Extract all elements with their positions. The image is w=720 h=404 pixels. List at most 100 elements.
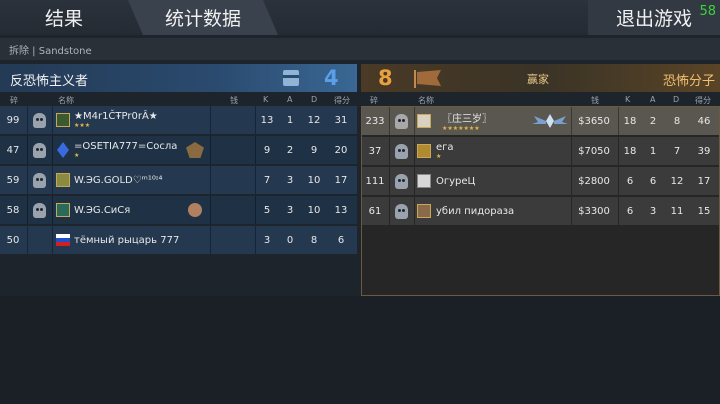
avatar (416, 167, 432, 195)
player-kills: 13 (260, 114, 274, 126)
skull-icon (28, 166, 50, 194)
header-d: D (673, 95, 680, 104)
top-bar: 结果 统计数据 退出游戏 58 (0, 0, 720, 35)
player-score: 46 (697, 115, 711, 127)
player-assists: 3 (286, 204, 294, 216)
footer-area (0, 296, 720, 404)
player-score: 15 (697, 205, 711, 217)
flag-icon (55, 226, 71, 254)
player-ping: 233 (365, 115, 385, 127)
header-name: 名称 (58, 96, 74, 105)
player-ping: 50 (6, 234, 20, 246)
header-k: K (263, 95, 269, 104)
ct-team-name: 反恐怖主义者 (10, 74, 89, 89)
player-ping: 111 (365, 175, 385, 187)
player-ping: 59 (6, 174, 20, 186)
header-a: A (650, 95, 656, 104)
player-deaths: 12 (670, 175, 684, 187)
header-ping: 碎 (10, 96, 18, 105)
skull-icon (390, 137, 412, 165)
player-stars: ★★★ (74, 122, 91, 129)
player-name: W.ЭG.СиСя (74, 204, 131, 216)
player-kills: 6 (626, 205, 634, 217)
player-kills: 6 (626, 175, 634, 187)
player-name: ★M4r1ČŦPr0rÂ★ (74, 111, 158, 122)
player-name: =OSETIA777=Сосла (74, 141, 178, 152)
t-column-headers: 碎 名称 钱 K A D 得分 (361, 94, 720, 106)
table-row[interactable]: 58 W.ЭG.СиСя 5 3 10 13 (0, 196, 357, 224)
table-row[interactable]: 37 ега ★ $7050 18 1 7 39 (362, 137, 719, 165)
player-kills: 5 (263, 204, 271, 216)
avatar (55, 166, 71, 194)
table-row[interactable]: 50 тёмный рыцарь 777 3 0 8 6 (0, 226, 357, 254)
player-assists: 2 (649, 115, 657, 127)
player-deaths: 9 (310, 144, 318, 156)
skull-icon (28, 106, 50, 134)
header-score: 得分 (334, 96, 350, 105)
player-money: $2800 (578, 175, 610, 187)
player-kills: 18 (623, 145, 637, 157)
player-assists: 3 (286, 174, 294, 186)
player-kills: 7 (263, 174, 271, 186)
header-k: K (625, 95, 631, 104)
avatar (416, 107, 432, 135)
player-kills: 3 (263, 234, 271, 246)
player-score: 31 (334, 114, 348, 126)
player-stars: ★★★★★★★ (442, 125, 480, 132)
player-stars: ★ (436, 153, 442, 160)
avatar (55, 106, 71, 134)
player-kills: 18 (623, 115, 637, 127)
header-money: 钱 (591, 96, 599, 105)
tab-results[interactable]: 结果 (0, 0, 128, 35)
header-d: D (311, 95, 318, 104)
skull-icon (390, 197, 412, 225)
table-row[interactable]: 47 =OSETIA777=Сосла ★ 9 2 9 20 (0, 136, 357, 164)
skull-icon (390, 167, 412, 195)
header-money: 钱 (230, 96, 238, 105)
player-name: убил пидораза (436, 205, 515, 217)
player-name: 〖庄三岁〗 (442, 114, 492, 125)
winner-label: 赢家 (527, 73, 549, 86)
table-row[interactable]: 59 W.ЭG.GOLD♡ᵐ¹⁰ᶦ⁴ 7 3 10 17 (0, 166, 357, 194)
player-name: ОгуреЦ (436, 175, 476, 187)
player-assists: 1 (286, 114, 294, 126)
avatar (416, 197, 432, 225)
player-deaths: 11 (670, 205, 684, 217)
rank-badge-icon (183, 136, 207, 164)
map-label: 拆除 | Sandstone (0, 38, 720, 60)
skull-icon (28, 136, 50, 164)
table-row[interactable]: 99 ★M4r1ČŦPr0rÂ★ ★★★ 13 1 12 31 (0, 106, 357, 134)
ct-shield-icon (283, 70, 299, 86)
rank-icon (55, 136, 71, 164)
player-assists: 6 (649, 175, 657, 187)
player-name: W.ЭG.GOLD♡ᵐ¹⁰ᶦ⁴ (74, 174, 163, 186)
rank-wings-icon (532, 114, 568, 128)
header-name: 名称 (418, 96, 434, 105)
rank-badge-icon (183, 196, 207, 224)
player-assists: 2 (286, 144, 294, 156)
player-deaths: 8 (673, 115, 681, 127)
avatar (416, 137, 432, 165)
tab-stats[interactable]: 统计数据 (128, 0, 278, 35)
t-team-name: 恐怖分子 (663, 74, 716, 89)
player-score: 20 (334, 144, 348, 156)
table-row[interactable]: 61 убил пидораза $3300 6 3 11 15 (362, 197, 719, 225)
player-score: 39 (697, 145, 711, 157)
ct-score: 4 (324, 66, 339, 90)
table-row[interactable]: 111 ОгуреЦ $2800 6 6 12 17 (362, 167, 719, 195)
player-deaths: 12 (307, 114, 321, 126)
player-score: 17 (334, 174, 348, 186)
player-stars: ★ (74, 152, 80, 159)
player-deaths: 7 (673, 145, 681, 157)
table-row[interactable]: 233 〖庄三岁〗 ★★★★★★★ $3650 18 2 8 46 (362, 107, 719, 135)
player-ping: 58 (6, 204, 20, 216)
player-money: $7050 (578, 145, 610, 157)
player-assists: 3 (649, 205, 657, 217)
player-name: тёмный рыцарь 777 (74, 234, 180, 246)
player-score: 13 (334, 204, 348, 216)
player-ping: 47 (6, 144, 20, 156)
ct-player-list: 99 ★M4r1ČŦPr0rÂ★ ★★★ 13 1 12 31 47 =OSET… (0, 106, 357, 260)
skull-icon (28, 196, 50, 224)
player-assists: 1 (649, 145, 657, 157)
header-score: 得分 (695, 96, 711, 105)
